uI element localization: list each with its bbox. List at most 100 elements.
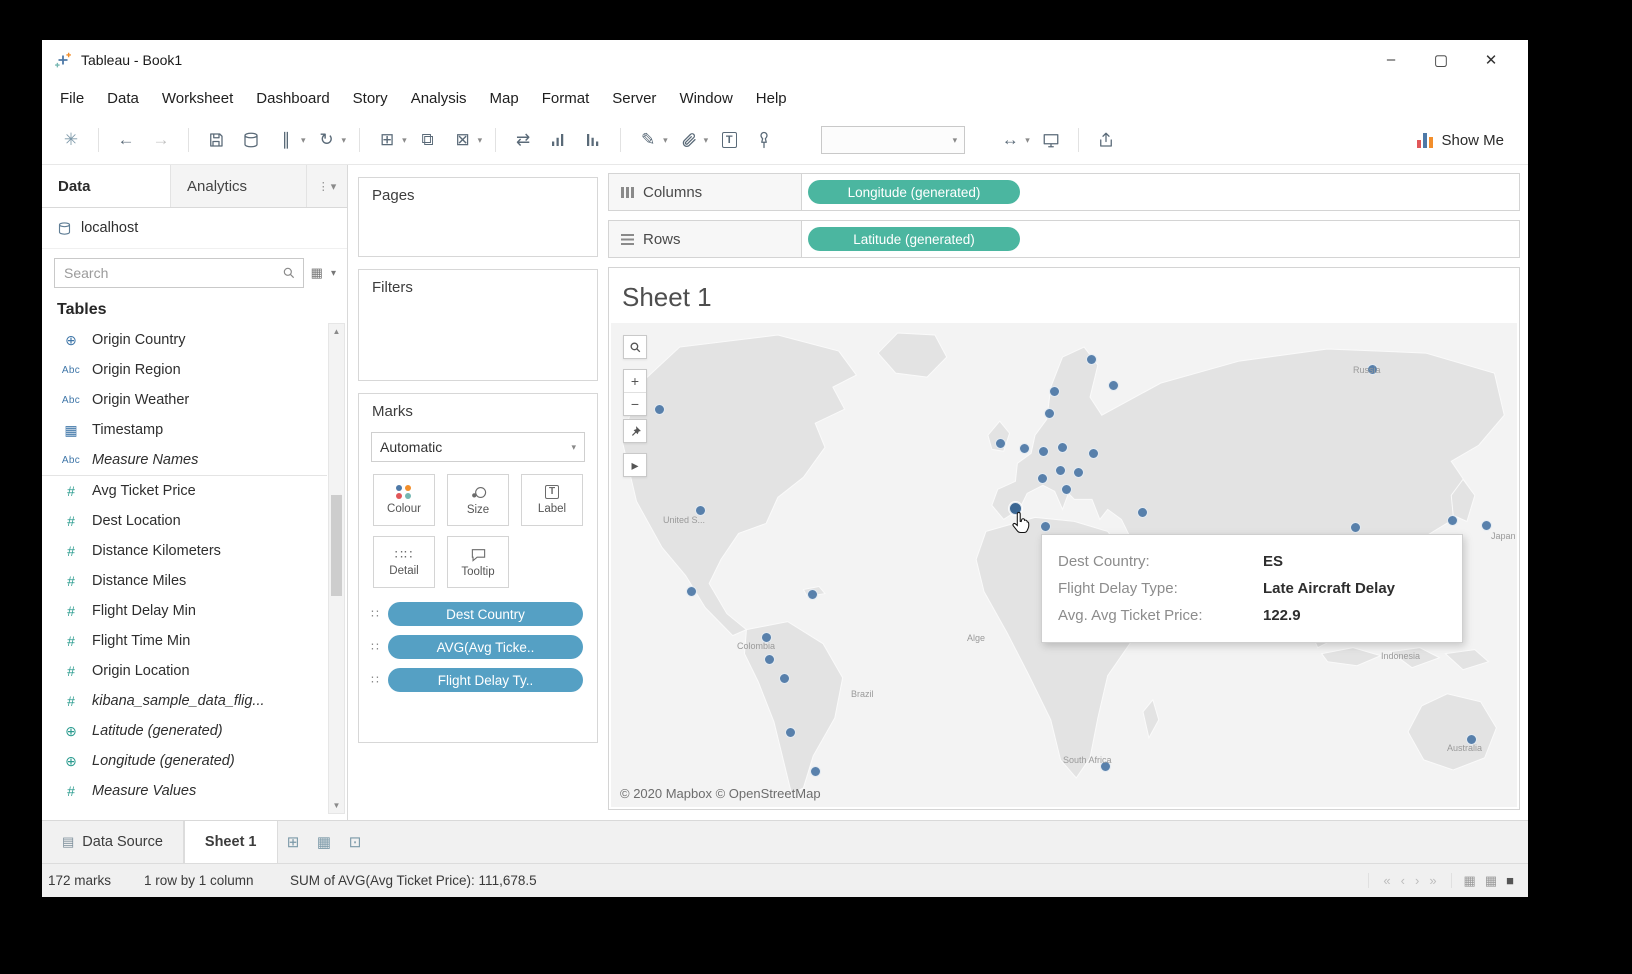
columns-shelf-body[interactable]: Longitude (generated) [802,174,1519,210]
map-mark[interactable] [1137,507,1148,518]
new-worksheet-button[interactable]: ⊞ [374,127,400,153]
tooltip-button[interactable]: Tooltip [447,536,509,588]
sort-descending-button[interactable] [580,127,606,153]
redo-button[interactable]: → [148,127,174,153]
label-button[interactable]: T Label [521,474,583,526]
save-button[interactable] [203,127,229,153]
group-members-button-caret[interactable]: ▾ [704,135,709,146]
clear-sheet-button[interactable]: ⊠ [450,127,476,153]
tab-sheet1[interactable]: Sheet 1 [184,821,278,863]
field-longitude-generated[interactable]: ⊕Longitude (generated) [42,746,327,776]
next-tab-icon[interactable]: › [1415,873,1419,888]
pause-auto-updates-button[interactable]: ∥ [273,127,299,153]
field-origin-country[interactable]: ⊕Origin Country [42,325,327,355]
map-mark[interactable] [1044,408,1055,419]
map-mark[interactable] [1061,484,1072,495]
menu-server[interactable]: Server [612,90,656,107]
rows-shelf-body[interactable]: Latitude (generated) [802,221,1519,257]
size-button[interactable]: Size [447,474,509,526]
maximize-button[interactable]: ▢ [1416,47,1466,73]
scroll-up-icon[interactable]: ▲ [333,324,341,339]
data-pane-options-button[interactable]: ⋮▾ [307,165,347,207]
prev-tab-icon[interactable]: ‹ [1401,873,1405,888]
marks-pill[interactable]: AVG(Avg Ticke.. [388,635,583,659]
tab-data[interactable]: Data [42,165,171,207]
map-mark[interactable] [1019,443,1030,454]
tableau-logo-icon[interactable]: ✳ [58,127,84,153]
view-grid-icon[interactable]: ▦ [310,265,324,281]
show-me-button[interactable]: Show Me [1409,128,1512,153]
columns-pill[interactable]: Longitude (generated) [808,180,1020,204]
map-mark[interactable] [1481,520,1492,531]
map-search-button[interactable] [623,335,647,359]
show-filmstrip-icon[interactable]: ▦ [1485,873,1497,889]
menu-story[interactable]: Story [353,90,388,107]
rows-shelf[interactable]: Rows Latitude (generated) [608,220,1520,258]
field-measure-names[interactable]: AbcMeasure Names [42,445,327,476]
fit-width-button[interactable]: ↔ [997,127,1023,153]
field-distance-kilometers[interactable]: #Distance Kilometers [42,536,327,566]
map-mark[interactable] [1088,448,1099,459]
map-mark[interactable] [807,589,818,600]
map-mark[interactable] [785,727,796,738]
menu-worksheet[interactable]: Worksheet [162,90,233,107]
map-mark[interactable] [1057,442,1068,453]
menu-help[interactable]: Help [756,90,787,107]
field-origin-weather[interactable]: AbcOrigin Weather [42,385,327,415]
highlight-button-caret[interactable]: ▾ [663,135,668,146]
undo-button[interactable]: ← [113,127,139,153]
map-mark[interactable] [995,438,1006,449]
menu-data[interactable]: Data [107,90,139,107]
map-area[interactable]: United S...ColombiaBrazilAlgeIndonesiaAu… [611,323,1517,807]
menu-window[interactable]: Window [679,90,732,107]
marks-pill[interactable]: Flight Delay Ty.. [388,668,583,692]
share-workbook-button[interactable] [1093,127,1119,153]
map-mark[interactable] [1447,515,1458,526]
search-options-caret-icon[interactable]: ▾ [330,268,337,279]
search-input[interactable] [62,264,278,282]
new-dashboard-tab-button[interactable]: ▦ [309,821,340,863]
filters-card[interactable]: Filters [358,269,598,381]
highlight-button[interactable]: ✎ [635,127,661,153]
map-mark[interactable] [810,766,821,777]
zoom-in-button[interactable]: + [624,370,646,392]
menu-map[interactable]: Map [490,90,519,107]
map-mark[interactable] [1040,521,1051,532]
field-kibana-sample-data-flig[interactable]: #kibana_sample_data_flig... [42,686,327,716]
menu-format[interactable]: Format [542,90,590,107]
field-flight-delay-min[interactable]: #Flight Delay Min [42,596,327,626]
columns-shelf[interactable]: Columns Longitude (generated) [608,173,1520,211]
menu-dashboard[interactable]: Dashboard [256,90,329,107]
field-origin-location[interactable]: #Origin Location [42,656,327,686]
map-mark[interactable] [1350,522,1361,533]
new-data-source-button[interactable] [238,127,264,153]
map-mark[interactable] [654,404,665,415]
swap-rows-columns-button[interactable]: ⇄ [510,127,536,153]
fit-width-button-caret[interactable]: ▾ [1025,135,1030,146]
new-worksheet-tab-button[interactable]: ⊞ [278,821,309,863]
fit-selector[interactable]: ▾ [821,126,965,154]
show-mark-labels-button[interactable]: T [716,127,742,153]
map-mark[interactable] [1055,465,1066,476]
map-mark[interactable] [1073,467,1084,478]
fields-scrollbar[interactable]: ▲ ▼ [328,323,345,814]
last-tab-icon[interactable]: » [1429,873,1436,888]
scrollbar-track[interactable] [329,339,344,798]
map-mark[interactable] [1108,380,1119,391]
menu-analysis[interactable]: Analysis [411,90,467,107]
map-mark[interactable] [779,673,790,684]
sort-ascending-button[interactable] [545,127,571,153]
field-flight-time-min[interactable]: #Flight Time Min [42,626,327,656]
mark-type-dropdown[interactable]: Automatic ▾ [371,432,585,462]
field-avg-ticket-price[interactable]: #Avg Ticket Price [42,476,327,506]
run-auto-update-button-caret[interactable]: ▾ [342,135,347,146]
colour-button[interactable]: Colour [373,474,435,526]
map-pan-button[interactable]: ▸ [623,453,647,477]
detail-button[interactable]: ∷∷ Detail [373,536,435,588]
map-mark[interactable] [1049,386,1060,397]
menu-file[interactable]: File [60,90,84,107]
pause-auto-updates-button-caret[interactable]: ▾ [301,135,306,146]
new-story-tab-button[interactable]: ⊡ [340,821,371,863]
map-mark[interactable] [764,654,775,665]
clear-sheet-button-caret[interactable]: ▾ [478,135,483,146]
